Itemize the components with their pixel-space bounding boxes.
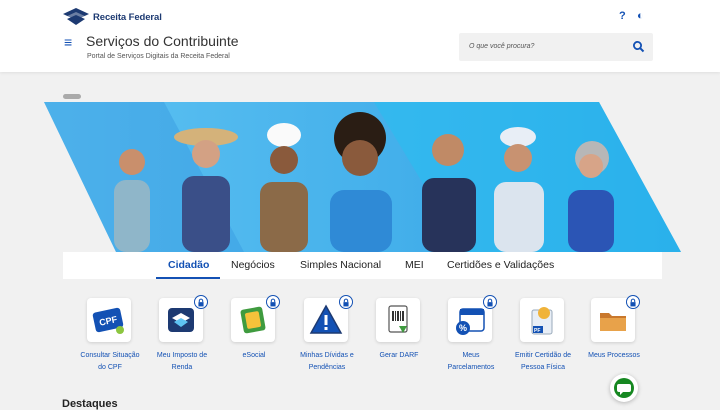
menu-icon[interactable]: ≡ <box>64 35 72 49</box>
hero-banner <box>44 102 681 252</box>
site-header: Receita Federal ≡ Serviços do Contribuin… <box>0 0 720 72</box>
tab-negocios[interactable]: Negócios <box>231 259 275 271</box>
folder-icon <box>600 313 626 331</box>
darf-document-icon <box>388 305 408 333</box>
contrast-icon[interactable]: ◐ <box>637 10 644 22</box>
chat-icon <box>614 378 634 398</box>
tab-certidoes-validacoes[interactable]: Certidões e Validações <box>447 259 554 271</box>
section-title: Destaques <box>62 398 118 410</box>
svg-text:%: % <box>459 323 467 333</box>
service-label: Meus Processos <box>588 352 640 359</box>
calendar-percent-icon: % <box>456 308 485 335</box>
help-icon[interactable]: ? <box>619 10 626 22</box>
receita-logo-icon <box>63 8 89 25</box>
search-placeholder: O que você procura? <box>469 43 535 50</box>
lock-icon <box>626 295 640 309</box>
lock-icon <box>194 295 208 309</box>
lock-icon <box>339 295 353 309</box>
lock-icon <box>266 295 280 309</box>
page-title: Serviços do Contribuinte <box>86 33 239 49</box>
lock-icon <box>483 295 497 309</box>
category-tabs: Cidadão Negócios Simples Nacional MEI Ce… <box>63 252 662 279</box>
cpf-card-icon: CPF <box>92 307 124 334</box>
active-tab-indicator <box>156 277 220 279</box>
esocial-icon <box>240 306 266 334</box>
income-tax-icon <box>168 308 194 332</box>
brand-name: Receita Federal <box>93 11 162 23</box>
search-icon[interactable] <box>631 39 647 55</box>
service-label: eSocial <box>242 352 266 359</box>
search-input[interactable]: O que você procura? <box>459 33 653 61</box>
chat-button[interactable] <box>610 374 638 402</box>
tab-cidadao[interactable]: Cidadão <box>168 259 209 271</box>
carousel-indicator[interactable] <box>63 94 81 99</box>
page-subtitle: Portal de Serviços Digitais da Receita F… <box>87 53 230 60</box>
receita-federal-logo[interactable]: Receita Federal <box>62 8 162 26</box>
warning-triangle-icon <box>309 304 343 334</box>
service-icon-box[interactable] <box>376 298 420 342</box>
certificate-icon: PF <box>531 307 553 335</box>
service-icon-box[interactable]: PF <box>520 298 564 342</box>
svg-text:PF: PF <box>534 328 540 334</box>
tab-simples-nacional[interactable]: Simples Nacional <box>300 259 381 271</box>
service-icon-box[interactable]: CPF <box>87 298 131 342</box>
tab-mei[interactable]: MEI <box>405 259 424 271</box>
